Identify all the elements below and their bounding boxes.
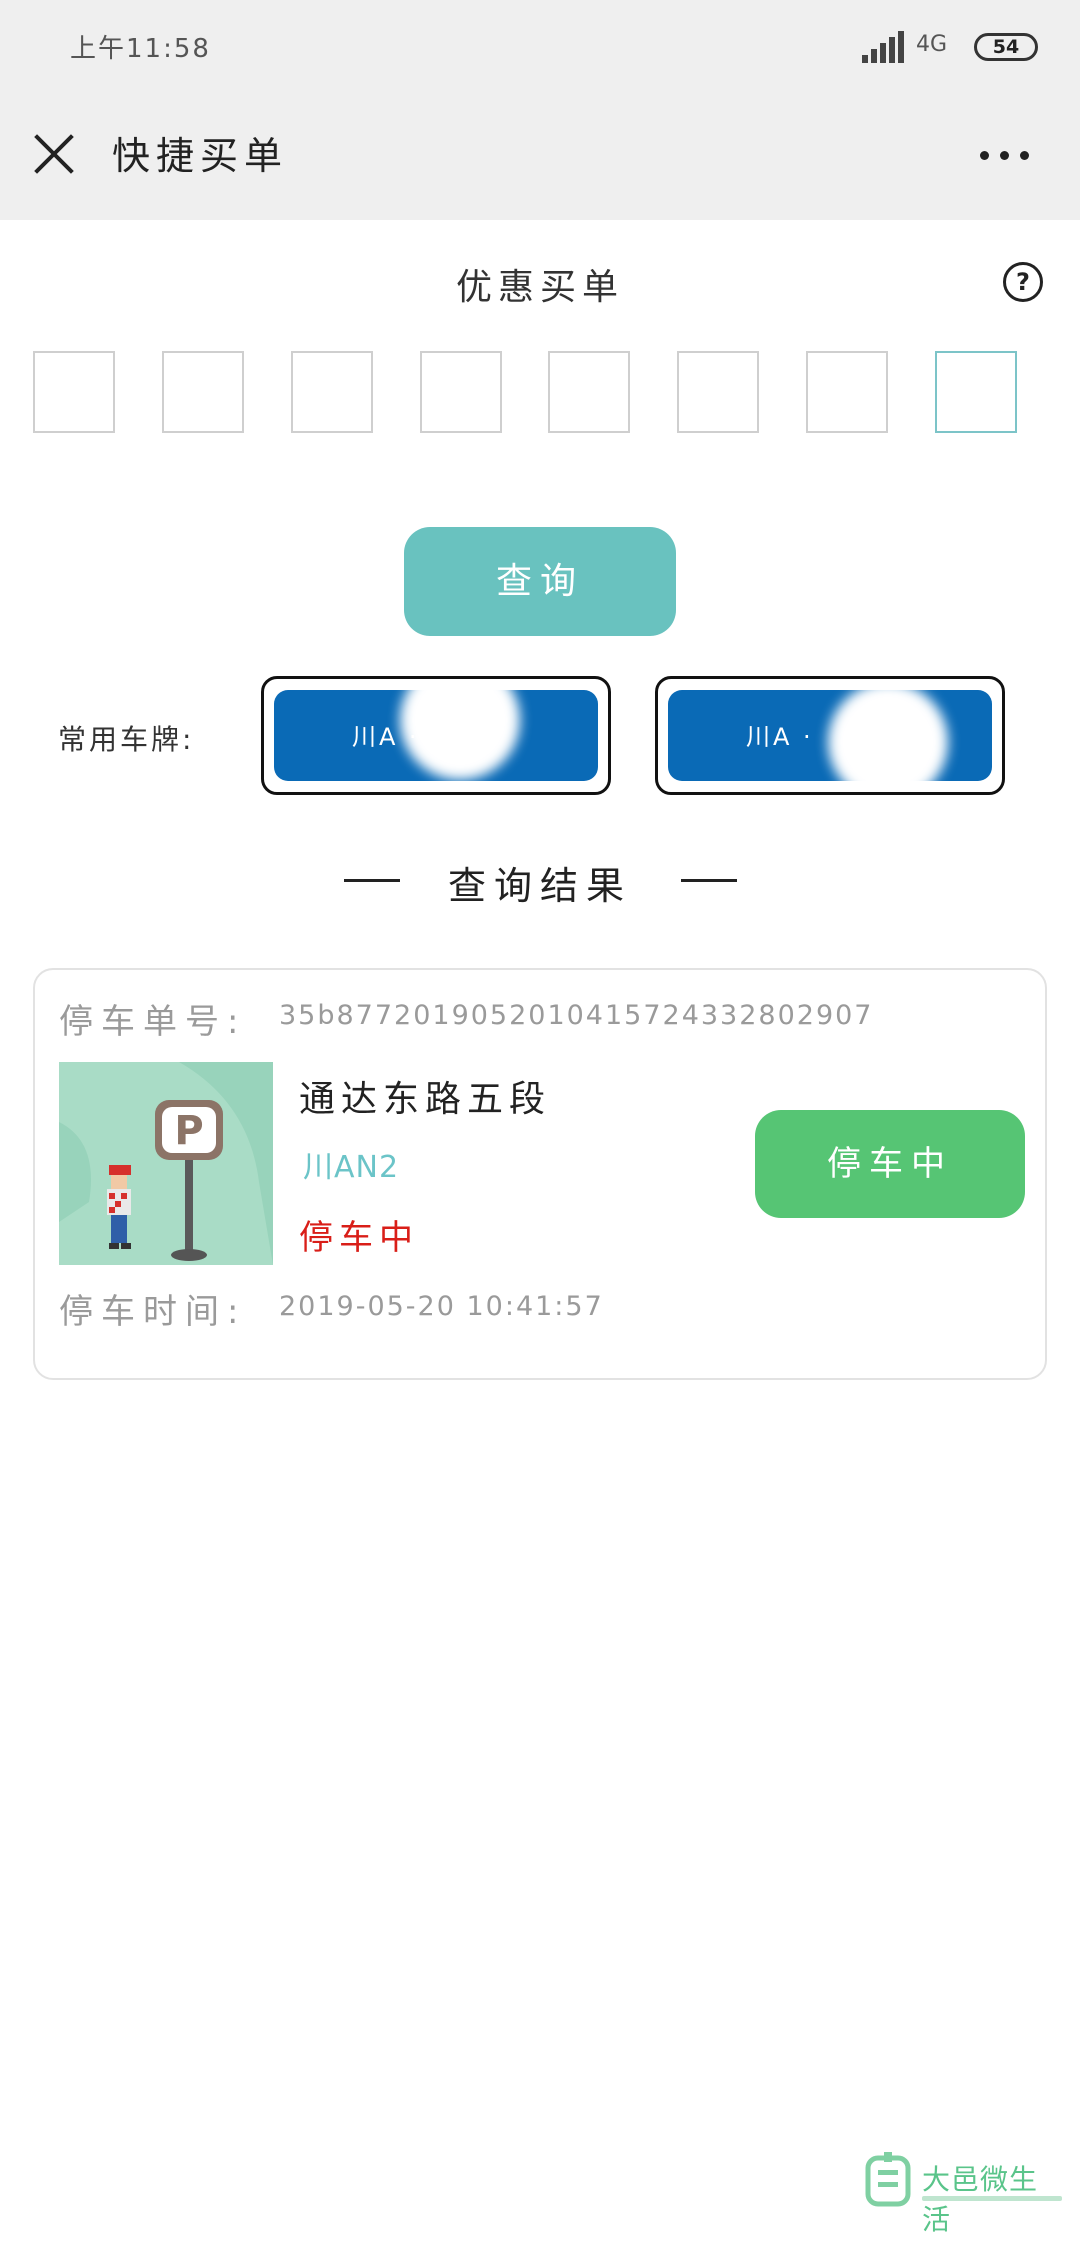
plate-char-input-4[interactable] — [420, 351, 502, 433]
signal-icon — [862, 31, 906, 63]
plate-char-input-8[interactable] — [935, 351, 1017, 433]
common-plate-2[interactable]: 川A · — [655, 676, 1005, 795]
plate-background: 川A · — [274, 690, 598, 781]
result-title: 查询结果 — [447, 864, 632, 908]
plate-char-input-6[interactable] — [677, 351, 759, 433]
common-plates-label: 常用车牌: — [58, 723, 195, 756]
plate-number: 川AN2 — [303, 1150, 400, 1185]
status-time: 上午11:58 — [70, 34, 211, 64]
plate-char-input-3[interactable] — [291, 351, 373, 433]
parking-status-button[interactable]: 停车中 — [755, 1110, 1025, 1218]
parking-status-text: 停车中 — [299, 1218, 419, 1258]
query-button[interactable]: 查询 — [404, 527, 676, 636]
brand-watermark: 大邑微生活 — [864, 2152, 1064, 2236]
brand-tagline — [922, 2196, 1062, 2201]
plate-char-input-7[interactable] — [806, 351, 888, 433]
order-number-label: 停车单号: — [59, 1002, 247, 1042]
redaction-mask — [828, 690, 948, 781]
common-plate-1[interactable]: 川A · — [261, 676, 611, 795]
parking-thumbnail: P — [59, 1062, 273, 1265]
battery-icon: 54 — [974, 33, 1038, 61]
help-icon[interactable]: ? — [1003, 262, 1043, 302]
redaction-mask — [400, 690, 520, 780]
plate-char-input-1[interactable] — [33, 351, 115, 433]
parking-time-value: 2019-05-20 10:41:57 — [279, 1291, 604, 1322]
divider — [681, 879, 737, 882]
parking-time-label: 停车时间: — [59, 1292, 247, 1332]
parking-record-card[interactable]: 停车单号: 35b877201905201041572433280​2907 P… — [33, 968, 1047, 1380]
order-number-value: 35b877201905201041572433280​2907 — [279, 1000, 874, 1031]
plate-char-input-5[interactable] — [548, 351, 630, 433]
close-icon[interactable] — [32, 132, 76, 176]
nav-bar: 快捷买单 — [0, 95, 1080, 220]
plate-background: 川A · — [668, 690, 992, 781]
brand-logo-icon — [865, 2152, 911, 2207]
parking-sign-letter: P — [174, 1108, 203, 1154]
status-bar: 上午11:58 4G 54 — [0, 0, 1080, 95]
plate-text: 川A · — [746, 723, 814, 751]
plate-char-input-2[interactable] — [162, 351, 244, 433]
place-name: 通达东路五段 — [299, 1079, 552, 1120]
section-title: 优惠买单 — [455, 267, 624, 308]
network-type: 4G — [916, 32, 948, 57]
nav-title: 快捷买单 — [112, 134, 289, 178]
battery-level: 54 — [992, 36, 1020, 58]
more-options-icon[interactable] — [980, 151, 1030, 163]
